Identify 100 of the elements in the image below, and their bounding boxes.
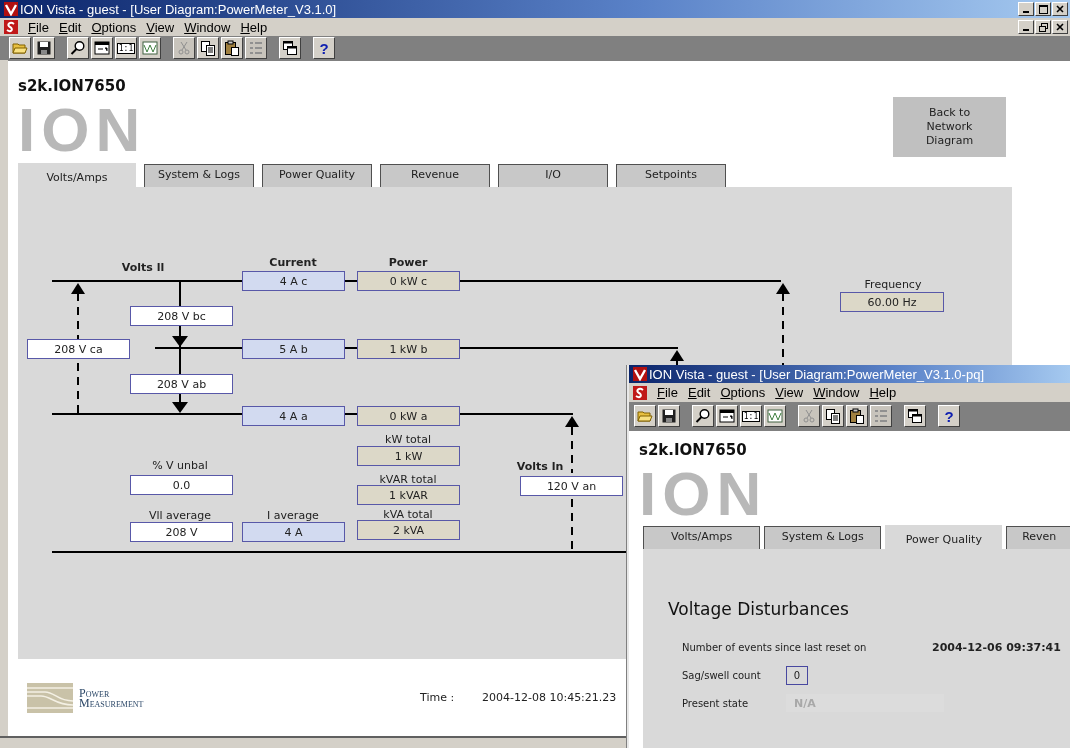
window-icon [94,40,110,56]
volts-ll-label: Volts ll [121,261,165,274]
chart-icon [142,40,158,56]
power-label: Power [388,256,428,269]
voltage-readout: 208 V ab [130,374,233,394]
win-tool-button[interactable] [91,37,113,59]
back-button[interactable]: Back to Network Diagram [893,97,1006,157]
voltage-readout: 208 V bc [130,306,233,326]
power-readout: 0 kW c [357,271,460,291]
i-average-readout: 4 A [242,522,345,542]
search-icon [695,408,711,424]
total-label: kVA total [383,508,433,521]
window-icon [719,408,735,424]
company-name: Power Measurement [79,687,145,708]
time-label: Time : [420,691,456,704]
close-button[interactable] [1052,2,1068,16]
chart-tool-button[interactable] [139,37,161,59]
folder-tool-button[interactable] [634,405,656,427]
power-readout: 0 kW a [357,406,460,426]
ion-logo: ION [639,463,769,525]
tab[interactable]: Setpoints [616,164,726,187]
voltage-readout: 208 V ca [27,339,130,359]
menu-item[interactable]: Help [240,19,268,35]
tab[interactable]: System & Logs [144,164,254,187]
menu-item[interactable]: File [28,19,49,35]
search-icon [70,40,86,56]
menu-item[interactable]: Help [869,385,897,400]
list-icon [248,40,264,56]
help-tool-button[interactable]: ? [938,405,960,427]
folder-icon [637,408,653,424]
ion-logo: ION [18,99,148,161]
total-label: kW total [385,433,431,446]
copy-tool-button[interactable] [822,405,844,427]
minimize-button[interactable] [1018,20,1034,34]
scissors-icon [176,40,192,56]
clipboard-icon [224,40,240,56]
find-tool-button[interactable] [67,37,89,59]
minimize-button[interactable] [1018,2,1034,16]
tab[interactable]: System & Logs [764,526,882,549]
menu-item[interactable]: View [146,19,175,35]
chart-tool-button[interactable] [764,405,786,427]
vll-average-readout: 208 V [130,522,233,542]
close-button[interactable] [1052,20,1068,34]
one-tool-button[interactable]: 1:1 [740,405,762,427]
find-tool-button[interactable] [692,405,714,427]
document-icon[interactable] [633,385,647,400]
tab[interactable]: I/O [498,164,608,187]
menu-item[interactable]: Options [91,19,137,35]
tab[interactable]: Revenue [380,164,490,187]
tab[interactable]: Power Quality [262,164,372,187]
menu-item[interactable]: Window [184,19,231,35]
tab[interactable]: Volts/Amps [643,526,761,549]
current-label: Current [269,256,317,269]
app-icon [633,367,647,381]
sag-swell-label: Sag/swell count [682,669,762,681]
menu-item[interactable]: Edit [58,19,82,35]
folder-icon [12,40,28,56]
current-readout: 5 A b [242,339,345,359]
current-readout: 4 A a [242,406,345,426]
total-label: kVAR total [379,473,437,486]
device-name: s2k.ION7650 [639,441,748,459]
scissors-icon [801,408,817,424]
help-tool-button[interactable]: ? [313,37,335,59]
copy-tool-button[interactable] [197,37,219,59]
vll-average-label: Vll average [148,509,212,522]
restore-icon [1038,22,1048,32]
menu-item[interactable]: View [775,385,804,400]
menu-item[interactable]: Window [813,385,860,400]
frequency-readout: 60.00 Hz [840,292,944,312]
reset-label: Number of events since last reset on [682,641,868,653]
windows-tool-button[interactable] [279,37,301,59]
tab[interactable]: Reven [1006,526,1070,549]
paste-tool-button[interactable] [221,37,243,59]
device-name: s2k.ION7650 [18,77,127,95]
copy-icon [200,40,216,56]
paste-tool-button[interactable] [846,405,868,427]
unbalance-readout: 0.0 [130,475,233,495]
tab[interactable]: Power Quality [885,525,1003,549]
menu-item[interactable]: File [657,385,678,400]
time-value: 2004-12-08 10:45:21.23 [482,691,617,704]
menu-item[interactable]: Options [720,385,766,400]
restore-button[interactable] [1035,20,1051,34]
menu-item[interactable]: Edit [687,385,711,400]
save-tool-button[interactable] [33,37,55,59]
window-title: ION Vista - guest - [User Diagram:PowerMeter_V3.1.0-pq] [649,366,984,382]
one-tool-button[interactable]: 1:1 [115,37,137,59]
windows-tool-button[interactable] [904,405,926,427]
save-tool-button[interactable] [658,405,680,427]
document-icon[interactable] [4,20,18,34]
sag-swell-readout: 0 [786,665,808,685]
company-logo-icon [27,682,73,713]
win-tool-button[interactable] [716,405,738,427]
windows-icon [282,40,298,56]
tab[interactable]: Volts/Amps [18,163,136,187]
maximize-icon [1038,4,1048,14]
present-state-label: Present state [682,697,750,709]
maximize-button[interactable] [1035,2,1051,16]
i-average-label: I average [267,509,319,522]
list-icon [873,408,889,424]
folder-tool-button[interactable] [9,37,31,59]
